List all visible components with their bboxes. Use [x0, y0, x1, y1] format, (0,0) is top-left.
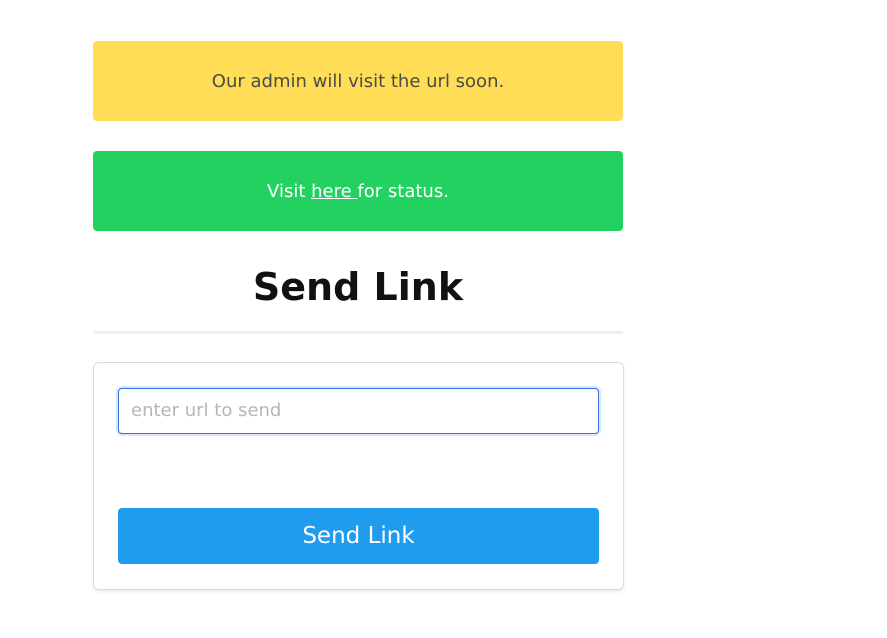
status-prefix: Visit	[267, 180, 312, 202]
admin-notice-alert: Our admin will visit the url soon.	[93, 41, 623, 121]
main-container: Our admin will visit the url soon. Visit…	[93, 41, 624, 590]
status-suffix: for status.	[357, 180, 449, 202]
send-link-button[interactable]: Send Link	[118, 507, 599, 564]
admin-notice-text: Our admin will visit the url soon.	[211, 70, 505, 92]
divider	[93, 330, 623, 334]
url-input[interactable]	[118, 387, 599, 434]
send-link-form-card: Send Link	[93, 361, 624, 590]
page-title: Send Link	[252, 265, 464, 309]
status-link[interactable]: here	[311, 181, 357, 202]
status-text: Visit here for status.	[267, 181, 449, 202]
status-alert: Visit here for status.	[93, 151, 623, 231]
